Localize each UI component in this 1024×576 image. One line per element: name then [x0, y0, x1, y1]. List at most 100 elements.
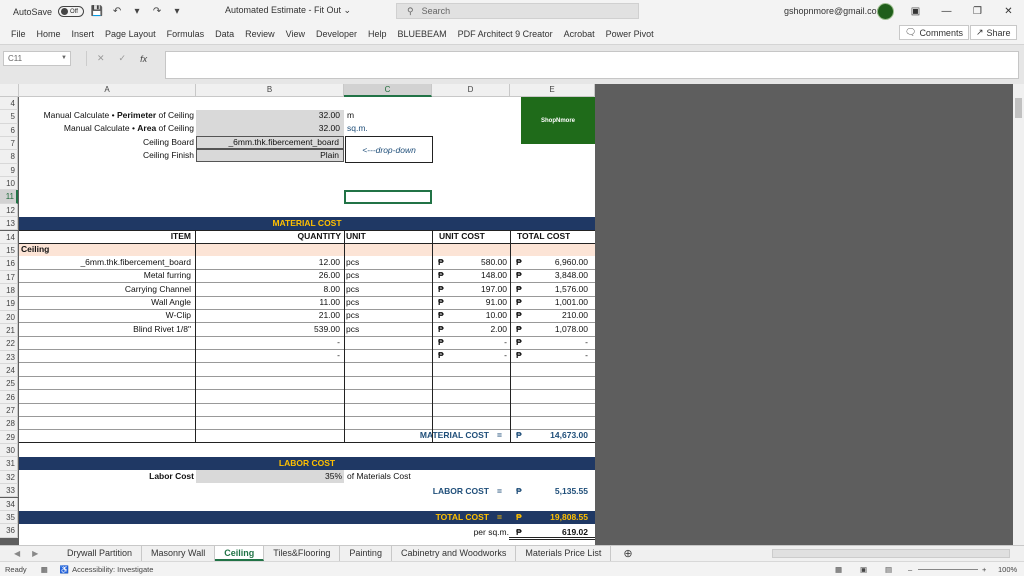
ribbon-tab-power-pivot[interactable]: Power Pivot — [600, 23, 659, 44]
zoom-in-icon[interactable]: + — [982, 565, 986, 574]
row-header-32[interactable]: 32 — [0, 470, 18, 485]
select-all[interactable] — [0, 84, 19, 97]
row-header-36[interactable]: 36 — [0, 524, 18, 538]
area-value[interactable]: 32.00 — [196, 123, 344, 136]
item-unit[interactable]: pcs — [346, 269, 359, 282]
sheet-tab-materials-price-list[interactable]: Materials Price List — [516, 546, 612, 561]
ribbon-tab-formulas[interactable]: Formulas — [161, 23, 210, 44]
scroll-thumb[interactable] — [1015, 98, 1022, 118]
board-dropdown[interactable]: _6mm.thk.fibercement_board — [196, 136, 344, 149]
row-header-24[interactable]: 24 — [0, 364, 18, 378]
close-icon[interactable]: ✕ — [993, 0, 1024, 23]
item-unit-cost[interactable]: - — [444, 336, 507, 349]
item-quantity[interactable]: - — [196, 349, 342, 362]
save-icon[interactable]: 💾 — [90, 5, 104, 19]
add-sheet-icon[interactable]: ⊕ — [623, 547, 632, 560]
selected-cell[interactable] — [344, 190, 432, 204]
zoom-out-icon[interactable]: – — [908, 565, 912, 574]
ribbon-tab-bluebeam[interactable]: BLUEBEAM — [392, 23, 452, 44]
item-name[interactable]: Wall Angle — [19, 296, 193, 309]
cancel-icon[interactable]: ✕ — [97, 53, 105, 64]
ribbon-tab-view[interactable]: View — [280, 23, 310, 44]
item-unit-cost[interactable]: 580.00 — [444, 256, 507, 269]
row-header-25[interactable]: 25 — [0, 377, 18, 391]
row-header-9[interactable]: 9 — [0, 163, 18, 178]
accessibility-status[interactable]: Accessibility: Investigate — [72, 565, 153, 574]
macro-record-icon[interactable]: ▦ — [41, 565, 48, 574]
sheet-tab-ceiling[interactable]: Ceiling — [215, 546, 265, 561]
vertical-scrollbar[interactable] — [1013, 84, 1024, 545]
column-header-a[interactable]: A — [19, 84, 196, 97]
item-unit-cost[interactable]: 10.00 — [444, 309, 507, 322]
row-header-21[interactable]: 21 — [0, 323, 18, 338]
item-total-cost[interactable]: 210.00 — [524, 309, 588, 322]
zoom-slider[interactable] — [918, 569, 978, 570]
accessibility-icon[interactable]: ♿ — [60, 565, 69, 574]
minimize-icon[interactable]: — — [931, 0, 962, 23]
item-unit[interactable]: pcs — [346, 296, 359, 309]
normal-view-icon[interactable]: ▦ — [835, 565, 842, 574]
ribbon-tab-pdf-architect-9-creator[interactable]: PDF Architect 9 Creator — [452, 23, 558, 44]
row-header-4[interactable]: 4 — [0, 97, 18, 111]
item-unit[interactable]: pcs — [346, 309, 359, 322]
document-title[interactable]: Automated Estimate - Fit Out ⌄ — [225, 5, 351, 16]
ribbon-tab-data[interactable]: Data — [210, 23, 240, 44]
finish-dropdown[interactable]: Plain — [196, 149, 344, 162]
row-header-31[interactable]: 31 — [0, 457, 18, 471]
row-header-26[interactable]: 26 — [0, 390, 18, 405]
row-header-6[interactable]: 6 — [0, 123, 18, 138]
row-header-16[interactable]: 16 — [0, 257, 18, 271]
row-header-34[interactable]: 34 — [0, 497, 18, 511]
row-header-5[interactable]: 5 — [0, 110, 18, 124]
restore-icon[interactable]: ❐ — [962, 0, 993, 23]
item-quantity[interactable]: 26.00 — [196, 269, 342, 282]
column-header-e[interactable]: E — [510, 84, 595, 97]
item-total-cost[interactable]: - — [524, 349, 588, 362]
row-header-33[interactable]: 33 — [0, 484, 18, 498]
row-header-22[interactable]: 22 — [0, 337, 18, 351]
row-header-8[interactable]: 8 — [0, 150, 18, 164]
ribbon-tab-page-layout[interactable]: Page Layout — [100, 23, 162, 44]
fx-icon[interactable]: fx — [140, 54, 147, 64]
formula-input[interactable] — [165, 51, 1019, 79]
tab-scroll-right-icon[interactable]: ▶ — [32, 549, 38, 558]
zoom-level[interactable]: 100% — [998, 565, 1017, 574]
item-name[interactable] — [19, 349, 193, 362]
account-email[interactable]: gshopnmore@gmail.com — [784, 6, 884, 16]
spreadsheet-grid[interactable]: Manual Calculate • Perimeter of Ceiling … — [19, 97, 595, 545]
item-unit-cost[interactable]: 197.00 — [444, 283, 507, 296]
page-layout-icon[interactable]: ▣ — [860, 565, 867, 574]
page-break-icon[interactable]: ▤ — [885, 565, 892, 574]
column-header-c[interactable]: C — [344, 84, 432, 97]
item-total-cost[interactable]: 1,576.00 — [524, 283, 588, 296]
item-name[interactable]: Carrying Channel — [19, 283, 193, 296]
row-header-28[interactable]: 28 — [0, 417, 18, 431]
item-quantity[interactable]: 539.00 — [196, 323, 342, 336]
item-total-cost[interactable]: 6,960.00 — [524, 256, 588, 269]
row-header-10[interactable]: 10 — [0, 177, 18, 191]
ribbon-tab-insert[interactable]: Insert — [66, 23, 100, 44]
row-header-11[interactable]: 11 — [0, 190, 18, 204]
row-header-20[interactable]: 20 — [0, 310, 18, 324]
column-header-b[interactable]: B — [196, 84, 344, 97]
item-quantity[interactable]: - — [196, 336, 342, 349]
item-name[interactable]: _6mm.thk.fibercement_board — [19, 256, 193, 269]
row-header-30[interactable]: 30 — [0, 444, 18, 458]
ribbon-tab-developer[interactable]: Developer — [311, 23, 363, 44]
enter-icon[interactable]: ✓ — [119, 53, 127, 64]
item-unit-cost[interactable]: 148.00 — [444, 269, 507, 282]
search-box[interactable]: ⚲ Search — [396, 3, 639, 19]
ribbon-tab-file[interactable]: File — [0, 23, 31, 44]
item-unit-cost[interactable]: 2.00 — [444, 323, 507, 336]
item-total-cost[interactable]: 3,848.00 — [524, 269, 588, 282]
undo-icon[interactable]: ↶ — [110, 5, 124, 19]
row-header-12[interactable]: 12 — [0, 203, 18, 218]
item-total-cost[interactable]: - — [524, 336, 588, 349]
customize-qat-icon[interactable]: ▾ — [170, 5, 184, 19]
item-quantity[interactable]: 8.00 — [196, 283, 342, 296]
item-unit-cost[interactable]: - — [444, 349, 507, 362]
sheet-tab-painting[interactable]: Painting — [340, 546, 392, 561]
ribbon-tab-help[interactable]: Help — [363, 23, 393, 44]
row-header-27[interactable]: 27 — [0, 404, 18, 418]
row-header-18[interactable]: 18 — [0, 283, 18, 298]
